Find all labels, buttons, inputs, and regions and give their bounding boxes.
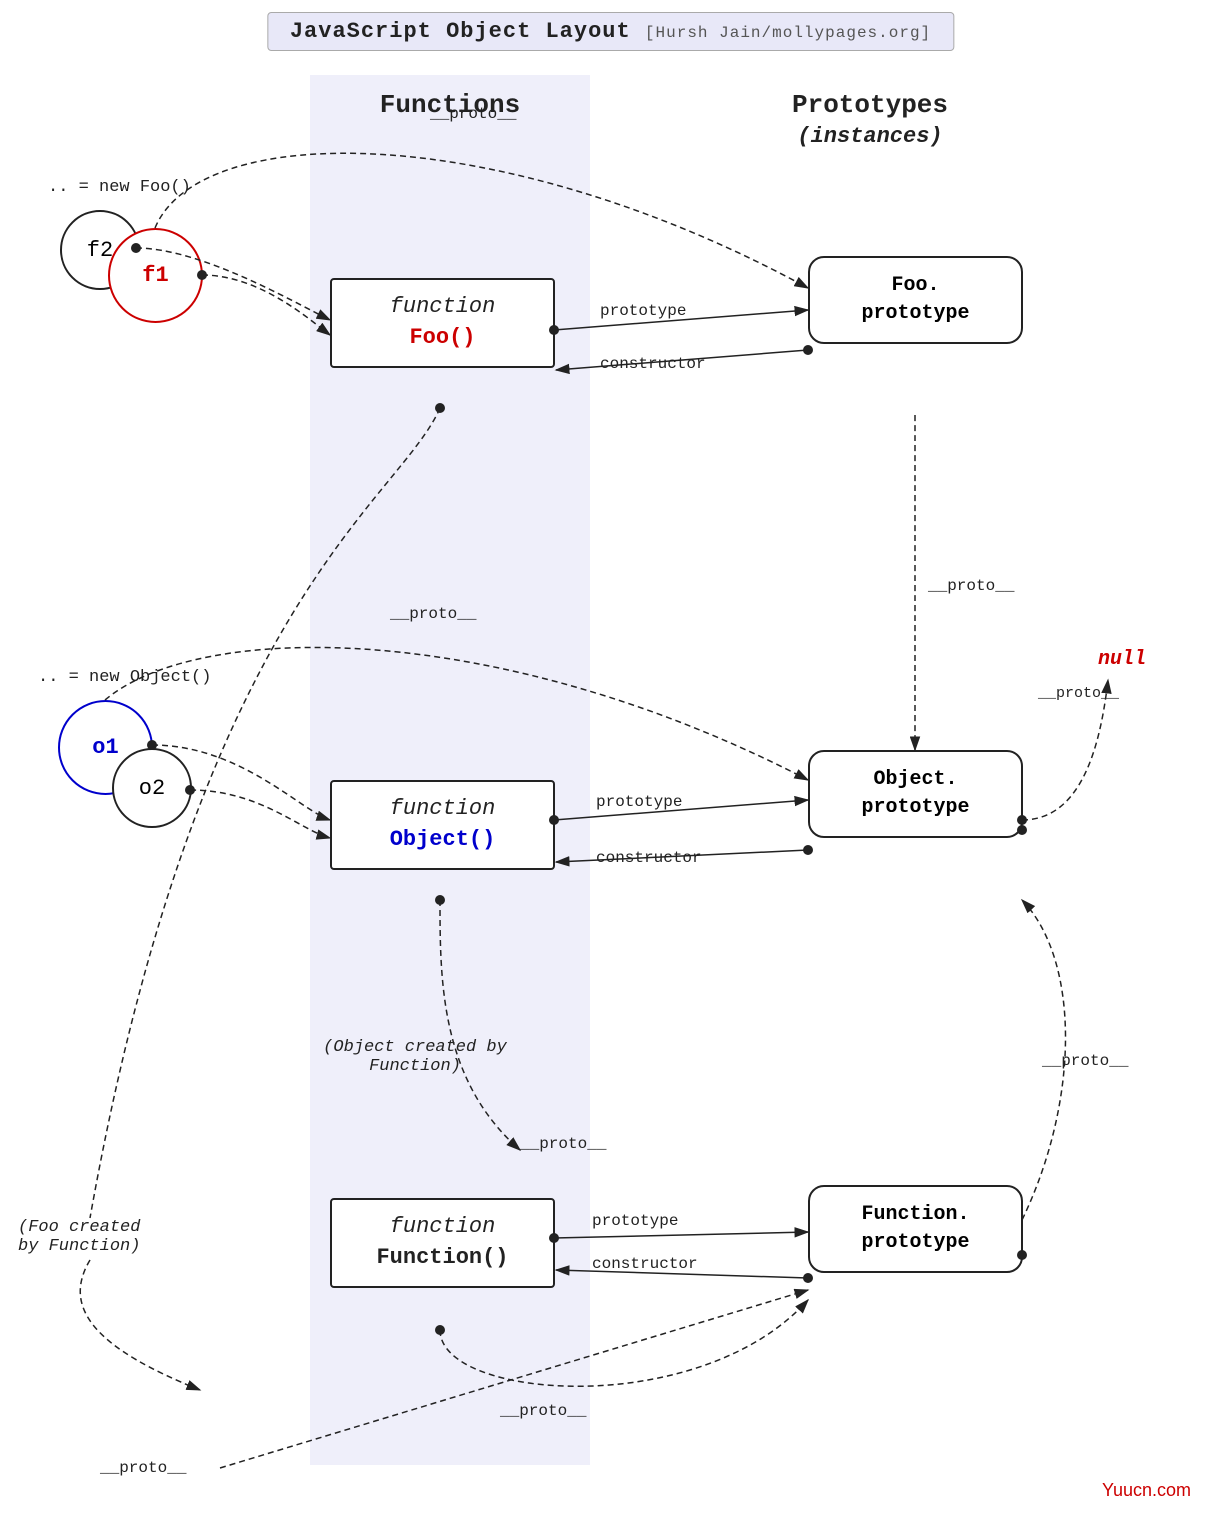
arrows-svg: __proto__ prototype constructor __proto_…: [0, 0, 1221, 1519]
func-function-word: function: [350, 1212, 535, 1243]
header-functions: Functions: [310, 90, 590, 120]
note-foo-created: (Foo createdby Function): [18, 1218, 178, 1256]
svg-text:prototype: prototype: [592, 1212, 678, 1230]
svg-text:prototype: prototype: [600, 302, 686, 320]
proto-box-foo: Foo.prototype: [808, 256, 1023, 344]
svg-text:constructor: constructor: [600, 355, 706, 373]
svg-text:constructor: constructor: [592, 1255, 698, 1273]
func-object-word: function: [350, 794, 535, 825]
circle-o2-label: o2: [139, 776, 165, 801]
proto-box-function: Function.prototype: [808, 1185, 1023, 1273]
label-null: null: [1098, 648, 1146, 671]
func-box-function: function Function(): [330, 1198, 555, 1288]
proto-box-object: Object.prototype: [808, 750, 1023, 838]
label-new-object: .. = new Object(): [38, 668, 211, 687]
func-object-name: Object(): [350, 825, 535, 856]
svg-text:__proto__: __proto__: [99, 1459, 187, 1477]
svg-text:prototype: prototype: [596, 793, 682, 811]
note-object-created: (Object created byFunction): [310, 1038, 520, 1076]
svg-text:__proto__: __proto__: [1041, 1052, 1129, 1070]
proto-function-label: Function.prototype: [828, 1201, 1003, 1257]
main-container: JavaScript Object Layout [Hursh Jain/mol…: [0, 0, 1221, 1519]
func-box-foo: function Foo(): [330, 278, 555, 368]
svg-text:__proto__: __proto__: [927, 577, 1015, 595]
circle-o1-label: o1: [92, 735, 118, 760]
title-attr: [Hursh Jain/mollypages.org]: [645, 24, 931, 42]
circle-f2-label: f2: [87, 238, 113, 263]
circle-f1-label: f1: [142, 263, 168, 288]
label-proto-null: __proto__: [1038, 685, 1119, 702]
proto-object-label: Object.prototype: [828, 766, 1003, 822]
title-bar: JavaScript Object Layout [Hursh Jain/mol…: [267, 12, 954, 51]
func-foo-word: function: [350, 292, 535, 323]
title-main: JavaScript Object Layout: [290, 19, 631, 44]
watermark: Yuucn.com: [1102, 1480, 1191, 1501]
func-foo-name: Foo(): [350, 323, 535, 354]
func-box-object: function Object(): [330, 780, 555, 870]
svg-text:constructor: constructor: [596, 849, 702, 867]
proto-foo-label: Foo.prototype: [828, 272, 1003, 328]
header-prototypes: Prototypes: [680, 90, 1060, 120]
circle-o2: o2: [112, 748, 192, 828]
func-function-name: Function(): [350, 1243, 535, 1274]
label-new-foo: .. = new Foo(): [48, 178, 191, 197]
circle-f1: f1: [108, 228, 203, 323]
header-prototypes-sub: (instances): [680, 124, 1060, 149]
